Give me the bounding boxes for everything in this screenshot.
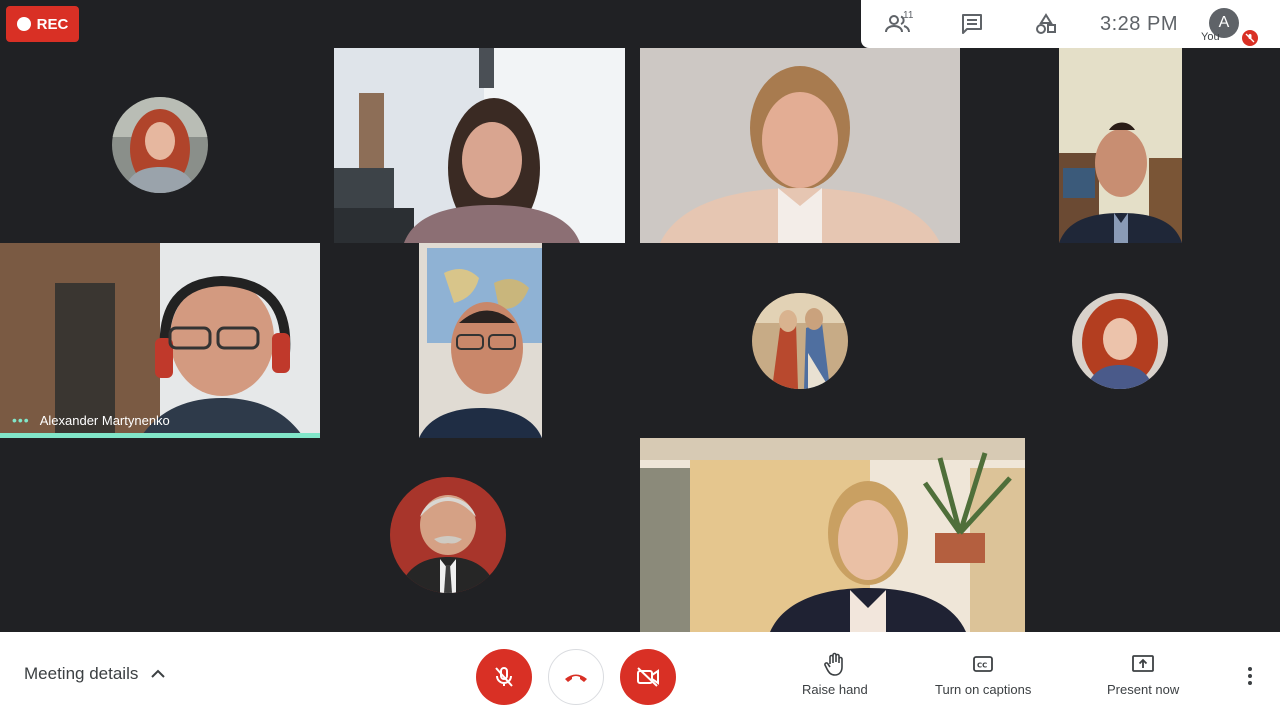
top-info-bar: 11 3:28 PM A You xyxy=(861,0,1280,48)
participant-name-tag: ••• Alexander Martynenko xyxy=(12,412,170,428)
hang-up-icon xyxy=(565,674,587,682)
captions-button[interactable]: CC Turn on captions xyxy=(935,652,1031,697)
participant-name: Alexander Martynenko xyxy=(39,412,170,428)
meeting-details-label: Meeting details xyxy=(24,664,139,683)
recording-badge: REC xyxy=(6,6,79,42)
shapes-icon xyxy=(1036,13,1056,34)
camera-off-icon xyxy=(637,667,659,687)
self-indicator[interactable]: A You xyxy=(1195,0,1269,48)
participant-video xyxy=(419,243,542,438)
present-button[interactable]: Present now xyxy=(1107,652,1179,697)
mic-off-icon xyxy=(1242,30,1258,46)
camera-toggle-button[interactable] xyxy=(620,649,676,705)
participant-video xyxy=(334,48,625,243)
more-options-button[interactable] xyxy=(1240,662,1260,690)
participant-avatar xyxy=(1072,293,1168,389)
more-vert-dot xyxy=(1248,681,1252,685)
participant-avatar xyxy=(112,97,208,193)
leave-call-button[interactable] xyxy=(548,649,604,705)
present-label: Present now xyxy=(1107,682,1180,697)
chevron-up-icon xyxy=(151,669,166,678)
participant-video xyxy=(640,48,960,243)
raise-hand-button[interactable]: Raise hand xyxy=(802,652,868,697)
bottom-control-bar: Meeting details Raise hand CC Turn on ca… xyxy=(0,632,1280,720)
participant-video xyxy=(640,438,1025,632)
chat-button[interactable] xyxy=(935,0,1009,48)
meeting-details-button[interactable]: Meeting details xyxy=(24,664,166,684)
activities-button[interactable] xyxy=(1009,0,1083,48)
meet-stage: REC 11 3:28 PM A You ••• Alexander Marty… xyxy=(0,0,1280,720)
mic-toggle-button[interactable] xyxy=(476,649,532,705)
record-dot-icon xyxy=(16,17,31,31)
closed-captions-icon: CC xyxy=(973,656,994,672)
participants-button[interactable]: 11 xyxy=(861,0,935,48)
more-vert-icon xyxy=(1248,667,1252,671)
hand-icon xyxy=(824,652,843,676)
speaking-dots-icon: ••• xyxy=(12,412,30,428)
self-label: You xyxy=(1201,31,1220,43)
svg-text:CC: CC xyxy=(977,662,987,670)
present-screen-icon xyxy=(1132,655,1155,672)
mic-off-icon xyxy=(495,667,513,687)
speaking-indicator xyxy=(0,433,320,438)
captions-label: Turn on captions xyxy=(935,682,1032,697)
participants-count: 11 xyxy=(903,10,914,21)
participant-video-active-speaker: ••• Alexander Martynenko xyxy=(0,243,320,438)
clock-time: 3:28 PM xyxy=(1100,12,1178,35)
participant-video xyxy=(1059,48,1182,243)
more-vert-dot xyxy=(1248,674,1252,678)
participant-avatar xyxy=(752,293,848,389)
participant-avatar xyxy=(390,477,506,593)
raise-hand-label: Raise hand xyxy=(802,682,868,697)
recording-label: REC xyxy=(36,15,69,33)
chat-icon xyxy=(962,14,982,34)
